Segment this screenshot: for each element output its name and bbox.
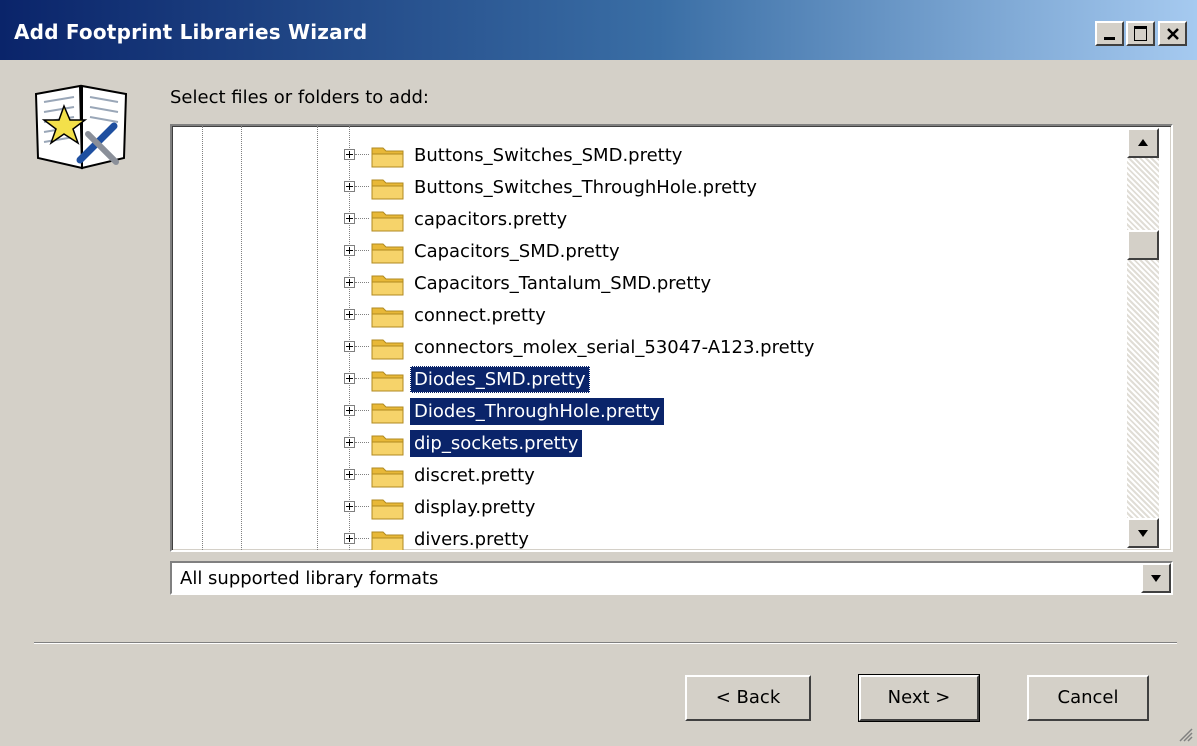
expand-icon[interactable] <box>344 533 355 544</box>
tree-connector <box>355 538 369 539</box>
tree-item[interactable]: Diodes_ThroughHole.pretty <box>172 395 1122 427</box>
tree-connector <box>355 218 369 219</box>
folder-icon <box>371 403 404 424</box>
tree-connector <box>355 314 369 315</box>
tree-item[interactable]: connect.pretty <box>172 299 1122 331</box>
folder-icon <box>371 275 404 296</box>
tree-item-label[interactable]: Buttons_Switches_ThroughHole.pretty <box>410 174 761 201</box>
resize-grip-icon[interactable] <box>1177 726 1193 742</box>
prompt-label: Select files or folders to add: <box>170 87 429 108</box>
folder-icon <box>371 371 404 392</box>
tree-item-label[interactable]: connect.pretty <box>410 302 550 329</box>
tree-item[interactable]: connectors_molex_serial_53047-A123.prett… <box>172 331 1122 363</box>
scroll-up-button[interactable] <box>1127 128 1159 158</box>
back-button[interactable]: < Back <box>685 675 811 721</box>
cancel-button[interactable]: Cancel <box>1027 675 1149 721</box>
folder-icon <box>371 339 404 360</box>
folder-icon <box>371 435 404 456</box>
tree-item-label[interactable]: Capacitors_Tantalum_SMD.pretty <box>410 270 715 297</box>
tree-item[interactable]: display.pretty <box>172 491 1122 523</box>
tree-connector <box>355 410 369 411</box>
maximize-button[interactable] <box>1126 21 1155 46</box>
expand-icon[interactable] <box>344 149 355 160</box>
file-type-dropdown[interactable]: All supported library formats <box>170 561 1173 595</box>
tree-item[interactable]: dip_sockets.pretty <box>172 427 1122 459</box>
tree-item-label[interactable]: connectors_molex_serial_53047-A123.prett… <box>410 334 818 361</box>
expand-icon[interactable] <box>344 181 355 192</box>
tree-item[interactable]: capacitors.pretty <box>172 203 1122 235</box>
tree-item-label[interactable]: display.pretty <box>410 494 539 521</box>
arrow-up-icon <box>1138 139 1148 146</box>
file-tree[interactable]: Buttons_Switches_SMD.pretty Buttons_Switc… <box>170 124 1173 552</box>
expand-icon[interactable] <box>344 213 355 224</box>
scroll-down-button[interactable] <box>1127 518 1159 548</box>
expand-icon[interactable] <box>344 341 355 352</box>
tree-item[interactable]: Buttons_Switches_ThroughHole.pretty <box>172 171 1122 203</box>
tree-connector <box>355 346 369 347</box>
folder-icon <box>371 531 404 550</box>
tree-connector <box>355 378 369 379</box>
tree-connector <box>355 250 369 251</box>
tree-connector <box>355 442 369 443</box>
close-button[interactable] <box>1158 21 1187 46</box>
separator <box>34 642 1177 644</box>
folder-icon <box>371 211 404 232</box>
folder-icon <box>371 179 404 200</box>
tree-item[interactable]: Capacitors_Tantalum_SMD.pretty <box>172 267 1122 299</box>
tree-connector <box>355 186 369 187</box>
expand-icon[interactable] <box>344 245 355 256</box>
expand-icon[interactable] <box>344 469 355 480</box>
tree-connector <box>355 506 369 507</box>
expand-icon[interactable] <box>344 309 355 320</box>
minimize-button[interactable] <box>1095 21 1124 46</box>
wizard-book-icon <box>30 72 134 180</box>
dropdown-button[interactable] <box>1141 563 1171 593</box>
arrow-down-icon <box>1138 530 1148 537</box>
folder-icon <box>371 499 404 520</box>
folder-icon <box>371 467 404 488</box>
file-type-value: All supported library formats <box>180 568 439 589</box>
expand-icon[interactable] <box>344 373 355 384</box>
tree-item[interactable]: Capacitors_SMD.pretty <box>172 235 1122 267</box>
folder-icon <box>371 243 404 264</box>
tree-item-label[interactable]: Diodes_ThroughHole.pretty <box>410 398 665 425</box>
tree-item[interactable]: Diodes_SMD.pretty <box>172 363 1122 395</box>
next-button[interactable]: Next > <box>858 674 980 722</box>
expand-icon[interactable] <box>344 405 355 416</box>
tree-item-label[interactable]: Buttons_Switches_SMD.pretty <box>410 142 686 169</box>
tree-item-label[interactable]: Capacitors_SMD.pretty <box>410 238 624 265</box>
tree-scrollbar[interactable] <box>1127 128 1159 548</box>
window-title: Add Footprint Libraries Wizard <box>14 20 368 44</box>
folder-icon <box>371 147 404 168</box>
tree-item[interactable]: divers.pretty <box>172 523 1122 550</box>
tree-item-label[interactable]: divers.pretty <box>410 526 533 550</box>
tree-item-label[interactable]: capacitors.pretty <box>410 206 571 233</box>
tree-connector <box>355 474 369 475</box>
scrollbar-thumb[interactable] <box>1127 230 1159 260</box>
chevron-down-icon <box>1151 575 1161 582</box>
tree-item-label[interactable]: discret.pretty <box>410 462 539 489</box>
close-icon <box>1167 28 1179 40</box>
expand-icon[interactable] <box>344 437 355 448</box>
tree-connector <box>355 154 369 155</box>
tree-connector <box>355 282 369 283</box>
folder-icon <box>371 307 404 328</box>
tree-item[interactable]: Buttons_Switches_SMD.pretty <box>172 139 1122 171</box>
expand-icon[interactable] <box>344 501 355 512</box>
tree-item[interactable]: discret.pretty <box>172 459 1122 491</box>
tree-item-label[interactable]: Diodes_SMD.pretty <box>410 366 590 393</box>
expand-icon[interactable] <box>344 277 355 288</box>
title-bar: Add Footprint Libraries Wizard <box>0 0 1197 60</box>
tree-item-label[interactable]: dip_sockets.pretty <box>410 430 583 457</box>
